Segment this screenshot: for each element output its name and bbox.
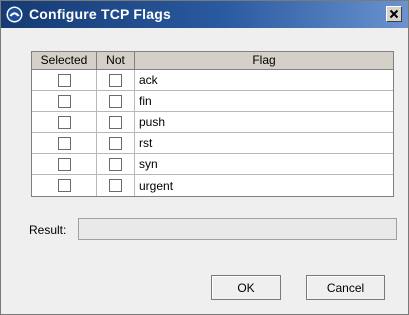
close-button[interactable] [386,6,402,22]
table-row[interactable]: push [32,112,393,133]
not-checkbox[interactable] [109,136,122,150]
not-checkbox[interactable] [109,73,122,87]
column-header-selected[interactable]: Selected [32,52,97,69]
selected-checkbox[interactable] [57,73,71,87]
table-row[interactable]: ack [32,70,393,91]
flag-name: ack [139,73,158,87]
not-checkbox[interactable] [109,157,122,171]
flag-name: rst [139,136,153,150]
selected-checkbox[interactable] [57,115,71,129]
table-row[interactable]: syn [32,154,393,175]
not-checkbox[interactable] [109,115,122,129]
app-logo-icon [6,6,23,23]
selected-checkbox[interactable] [57,157,71,171]
cancel-button[interactable]: Cancel [306,275,385,300]
flag-name: fin [139,94,152,108]
table-row[interactable]: rst [32,133,393,154]
ok-button[interactable]: OK [211,275,281,300]
close-icon [389,9,399,19]
result-label: Result: [29,223,67,237]
flag-name: push [139,115,166,129]
selected-checkbox[interactable] [57,179,71,192]
table-header: Selected Not Flag [32,52,393,70]
not-checkbox[interactable] [109,179,122,192]
column-header-flag[interactable]: Flag [135,52,393,69]
title-bar[interactable]: Configure TCP Flags [1,1,408,28]
selected-checkbox[interactable] [57,94,71,108]
dialog-title: Configure TCP Flags [29,6,171,22]
configure-tcp-flags-dialog: Configure TCP Flags Selected Not Flag ac… [0,0,409,315]
not-checkbox[interactable] [109,94,122,108]
flag-name: urgent [139,178,174,193]
result-field [78,218,397,240]
flag-name: syn [139,157,158,171]
table-row[interactable]: fin [32,91,393,112]
table-row[interactable]: urgent [32,175,393,196]
selected-checkbox[interactable] [57,136,71,150]
column-header-not[interactable]: Not [97,52,135,69]
flags-table: Selected Not Flag ack fin push rst syn u… [31,51,394,197]
